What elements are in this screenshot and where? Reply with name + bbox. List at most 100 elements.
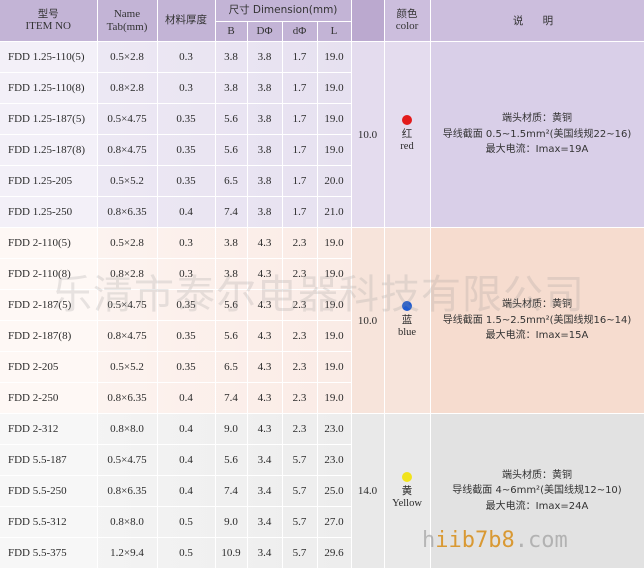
tab-cell: 0.8×2.8 — [97, 258, 158, 290]
model-cell: FDD 2-110(5) — [0, 227, 98, 259]
tab-cell: 0.8×8.0 — [97, 506, 158, 538]
dphi-lower-cell: 1.7 — [282, 103, 318, 135]
l-cell: 27.0 — [317, 506, 352, 538]
thickness-cell: 0.4 — [157, 475, 216, 507]
thickness-cell: 0.4 — [157, 196, 216, 228]
header-dimension: 尺寸 Dimension(mm) — [215, 0, 352, 22]
tab-cell: 0.8×4.75 — [97, 320, 158, 352]
b-cell: 5.6 — [215, 103, 248, 135]
dphi-lower-cell: 1.7 — [282, 196, 318, 228]
dphi-lower-cell: 1.7 — [282, 72, 318, 104]
l-cell: 19.0 — [317, 382, 352, 414]
thickness-cell: 0.35 — [157, 289, 216, 321]
tab-cell: 0.8×6.35 — [97, 196, 158, 228]
color-name-cn: 黄 — [401, 484, 413, 497]
dphi-lower-cell: 2.3 — [282, 258, 318, 290]
note-line: 最大电流：Imax=24A — [485, 500, 589, 512]
l-cell: 29.6 — [317, 537, 352, 569]
tab-cell: 1.2×9.4 — [97, 537, 158, 569]
dphi-lower-cell: 1.7 — [282, 165, 318, 197]
dphi-upper-cell: 3.8 — [247, 196, 283, 228]
tab-cell: 0.8×2.8 — [97, 72, 158, 104]
b-cell: 3.8 — [215, 72, 248, 104]
thickness-cell: 0.3 — [157, 72, 216, 104]
dphi-upper-cell: 3.8 — [247, 103, 283, 135]
b-cell: 3.8 — [215, 227, 248, 259]
dphi-lower-cell: 5.7 — [282, 475, 318, 507]
dphi-lower-cell: 2.3 — [282, 413, 318, 445]
dphi-upper-cell: 3.4 — [247, 444, 283, 476]
header-tab: Name Tab(mm) — [97, 0, 158, 42]
color-name-en: Yellow — [392, 497, 422, 509]
color-name-cn: 红 — [401, 128, 413, 141]
b-cell: 5.6 — [215, 134, 248, 166]
dphi-upper-cell: 3.4 — [247, 537, 283, 569]
color-cell: 蓝 blue — [384, 227, 431, 414]
thickness-cell: 0.4 — [157, 382, 216, 414]
note-cell: 端头材质：黄铜 导线截面 1.5~2.5mm²(美国线规16~14) 最大电流：Im… — [430, 227, 644, 414]
b-cell: 5.6 — [215, 320, 248, 352]
header-thickness: 材料厚度 — [157, 0, 216, 42]
note-cell: 端头材质：黄铜 导线截面 0.5~1.5mm²(美国线规22~16) 最大电流：Im… — [430, 41, 644, 228]
b-cell: 5.6 — [215, 444, 248, 476]
model-cell: FDD 2-205 — [0, 351, 98, 383]
model-cell: FDD 5.5-250 — [0, 475, 98, 507]
b-cell: 7.4 — [215, 196, 248, 228]
dphi-upper-cell: 4.3 — [247, 320, 283, 352]
thickness-cell: 0.35 — [157, 134, 216, 166]
tab-cell: 0.5×4.75 — [97, 289, 158, 321]
dphi-upper-cell: 4.3 — [247, 289, 283, 321]
header-item-no: 型号 ITEM NO — [0, 0, 98, 42]
l-cell: 19.0 — [317, 320, 352, 352]
tab-cell: 0.8×6.35 — [97, 382, 158, 414]
l-cell: 19.0 — [317, 41, 352, 73]
table-row: FDD 2-312 0.8×8.0 0.4 9.0 4.3 2.3 23.0 14.0 黄 Yel… — [0, 413, 644, 569]
l-cell: 20.0 — [317, 165, 352, 197]
tab-cell: 0.5×4.75 — [97, 103, 158, 135]
tab-cell: 0.8×8.0 — [97, 413, 158, 445]
dphi-lower-cell: 2.3 — [282, 382, 318, 414]
header-l: L — [317, 21, 352, 42]
model-cell: FDD 1.25-110(8) — [0, 72, 98, 104]
tab-cell: 0.5×5.2 — [97, 351, 158, 383]
model-cell: FDD 1.25-187(8) — [0, 134, 98, 166]
note-line: 端头材质：黄铜 — [502, 299, 572, 311]
table-row: FDD 2-110(5) 0.5×2.8 0.3 3.8 4.3 2.3 19.0 10.0 蓝… — [0, 227, 644, 414]
l-cell: 19.0 — [317, 258, 352, 290]
color-dot-icon — [402, 115, 412, 126]
model-cell: FDD 1.25-205 — [0, 165, 98, 197]
note-line: 端头材质：黄铜 — [502, 469, 572, 481]
b-cell: 5.6 — [215, 289, 248, 321]
h-value-cell: 14.0 — [351, 413, 385, 569]
h-value-cell: 10.0 — [351, 41, 385, 228]
note-line: 导线截面 1.5~2.5mm²(美国线规16~14) — [442, 314, 632, 326]
dphi-upper-cell: 4.3 — [247, 382, 283, 414]
model-cell: FDD 2-187(5) — [0, 289, 98, 321]
note-line: 端头材质：黄铜 — [502, 113, 572, 125]
l-cell: 19.0 — [317, 351, 352, 383]
l-cell: 19.0 — [317, 289, 352, 321]
model-cell: FDD 2-187(8) — [0, 320, 98, 352]
thickness-cell: 0.3 — [157, 227, 216, 259]
b-cell: 3.8 — [215, 258, 248, 290]
l-cell: 23.0 — [317, 444, 352, 476]
dphi-upper-cell: 4.3 — [247, 351, 283, 383]
tab-cell: 0.8×6.35 — [97, 475, 158, 507]
tab-cell: 0.8×4.75 — [97, 134, 158, 166]
dphi-upper-cell: 3.4 — [247, 475, 283, 507]
tab-cell: 0.5×5.2 — [97, 165, 158, 197]
header-note: 说 明 — [430, 0, 644, 42]
note-line: 导线截面 4~6mm²(美国线规12~10) — [452, 485, 622, 497]
dphi-upper-cell: 4.3 — [247, 258, 283, 290]
l-cell: 19.0 — [317, 227, 352, 259]
dphi-lower-cell: 5.7 — [282, 506, 318, 538]
dphi-lower-cell: 2.3 — [282, 289, 318, 321]
tab-cell: 0.5×4.75 — [97, 444, 158, 476]
note-line: 导线截面 0.5~1.5mm²(美国线规22~16) — [442, 128, 632, 140]
l-cell: 19.0 — [317, 72, 352, 104]
l-cell: 23.0 — [317, 413, 352, 445]
thickness-cell: 0.35 — [157, 351, 216, 383]
model-cell: FDD 2-312 — [0, 413, 98, 445]
color-name-en: blue — [397, 327, 417, 338]
dphi-upper-cell: 4.3 — [247, 413, 283, 445]
